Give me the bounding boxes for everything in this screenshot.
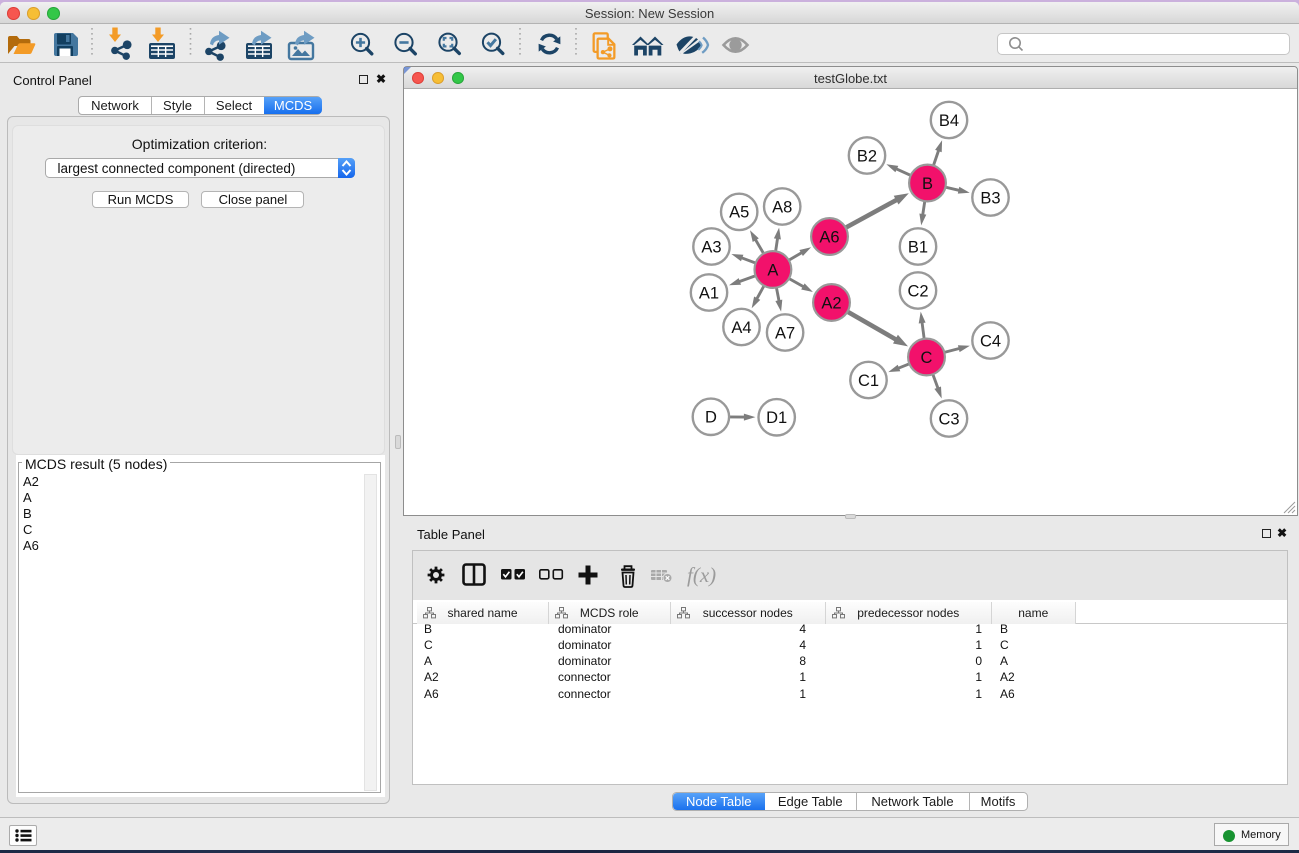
svg-text:C1: C1 — [858, 371, 879, 389]
svg-text:A2: A2 — [821, 294, 841, 312]
svg-text:D1: D1 — [766, 409, 787, 427]
svg-text:C: C — [921, 348, 933, 366]
svg-text:A3: A3 — [701, 238, 721, 256]
svg-text:A: A — [767, 261, 778, 279]
svg-text:B1: B1 — [908, 238, 928, 256]
svg-text:A6: A6 — [819, 228, 839, 246]
svg-text:B2: B2 — [857, 147, 877, 165]
svg-text:A1: A1 — [699, 284, 719, 302]
svg-text:A4: A4 — [731, 318, 751, 336]
svg-text:B3: B3 — [980, 189, 1000, 207]
svg-text:f(x): f(x) — [687, 563, 716, 587]
svg-text:C2: C2 — [907, 282, 928, 300]
svg-text:C4: C4 — [980, 332, 1001, 350]
svg-text:B: B — [922, 174, 933, 192]
svg-text:A5: A5 — [729, 203, 749, 221]
svg-text:A8: A8 — [772, 198, 792, 216]
svg-text:C3: C3 — [938, 410, 959, 428]
svg-text:A7: A7 — [775, 324, 795, 342]
svg-text:B4: B4 — [939, 111, 959, 129]
svg-text:D: D — [705, 408, 717, 426]
